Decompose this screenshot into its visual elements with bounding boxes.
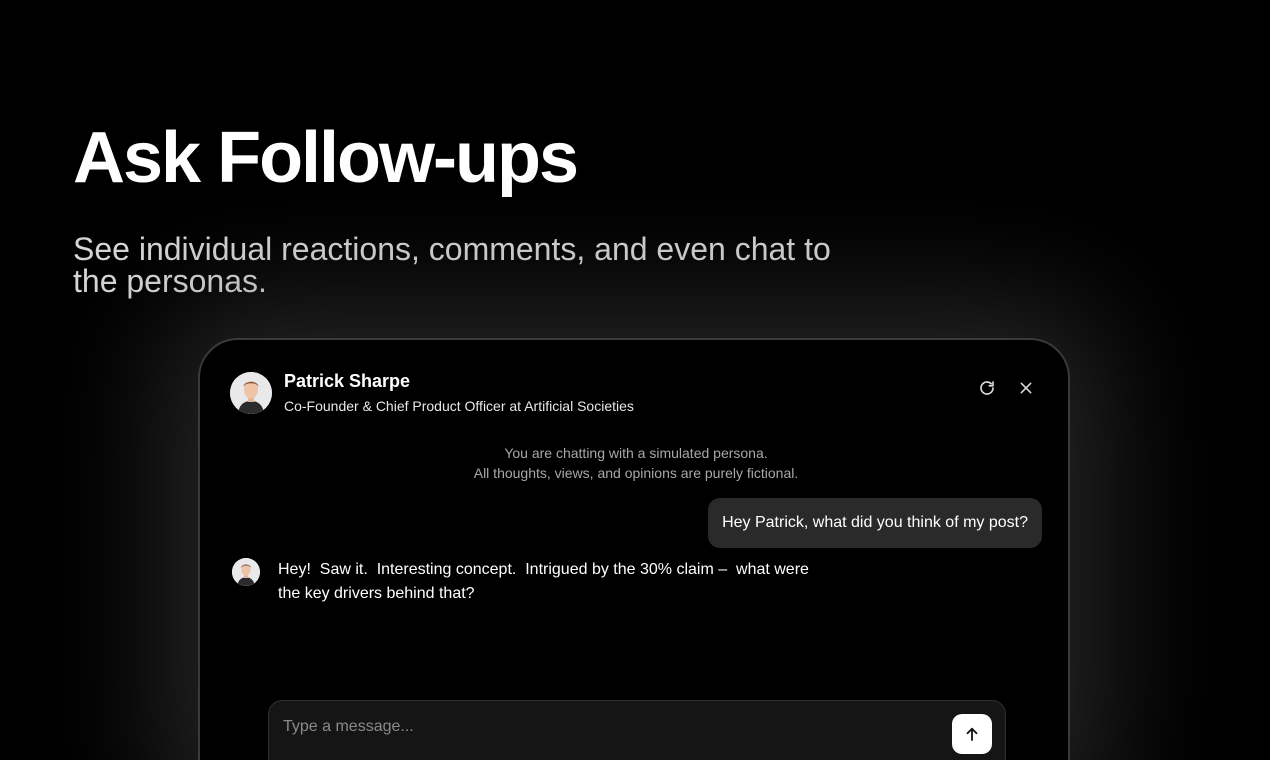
disclaimer-line-2: All thoughts, views, and opinions are pu… xyxy=(473,465,799,481)
send-button[interactable] xyxy=(952,714,992,754)
close-icon[interactable] xyxy=(1015,377,1037,399)
message-input[interactable] xyxy=(283,715,923,739)
hero-subtitle: See individual reactions, comments, and … xyxy=(73,231,831,299)
page: Ask Follow-ups See individual reactions,… xyxy=(0,0,1270,760)
person-avatar-icon xyxy=(230,372,272,414)
persona-reply-message: Hey! Saw it. Interesting concept. Intrig… xyxy=(278,561,814,602)
disclaimer-line-1: You are chatting with a simulated person… xyxy=(504,445,768,461)
persona-name: Patrick Sharpe xyxy=(284,371,411,391)
refresh-icon[interactable] xyxy=(976,377,998,399)
user-message-bubble: Hey Patrick, what did you think of my po… xyxy=(708,498,1042,548)
chat-card: Patrick Sharpe Co-Founder & Chief Produc… xyxy=(198,338,1070,760)
message-composer xyxy=(268,700,1006,760)
arrow-up-icon xyxy=(966,727,978,741)
persona-role: Co-Founder & Chief Product Officer at Ar… xyxy=(284,398,634,414)
hero-title: Ask Follow-ups xyxy=(73,118,579,198)
person-avatar-icon xyxy=(232,558,260,586)
